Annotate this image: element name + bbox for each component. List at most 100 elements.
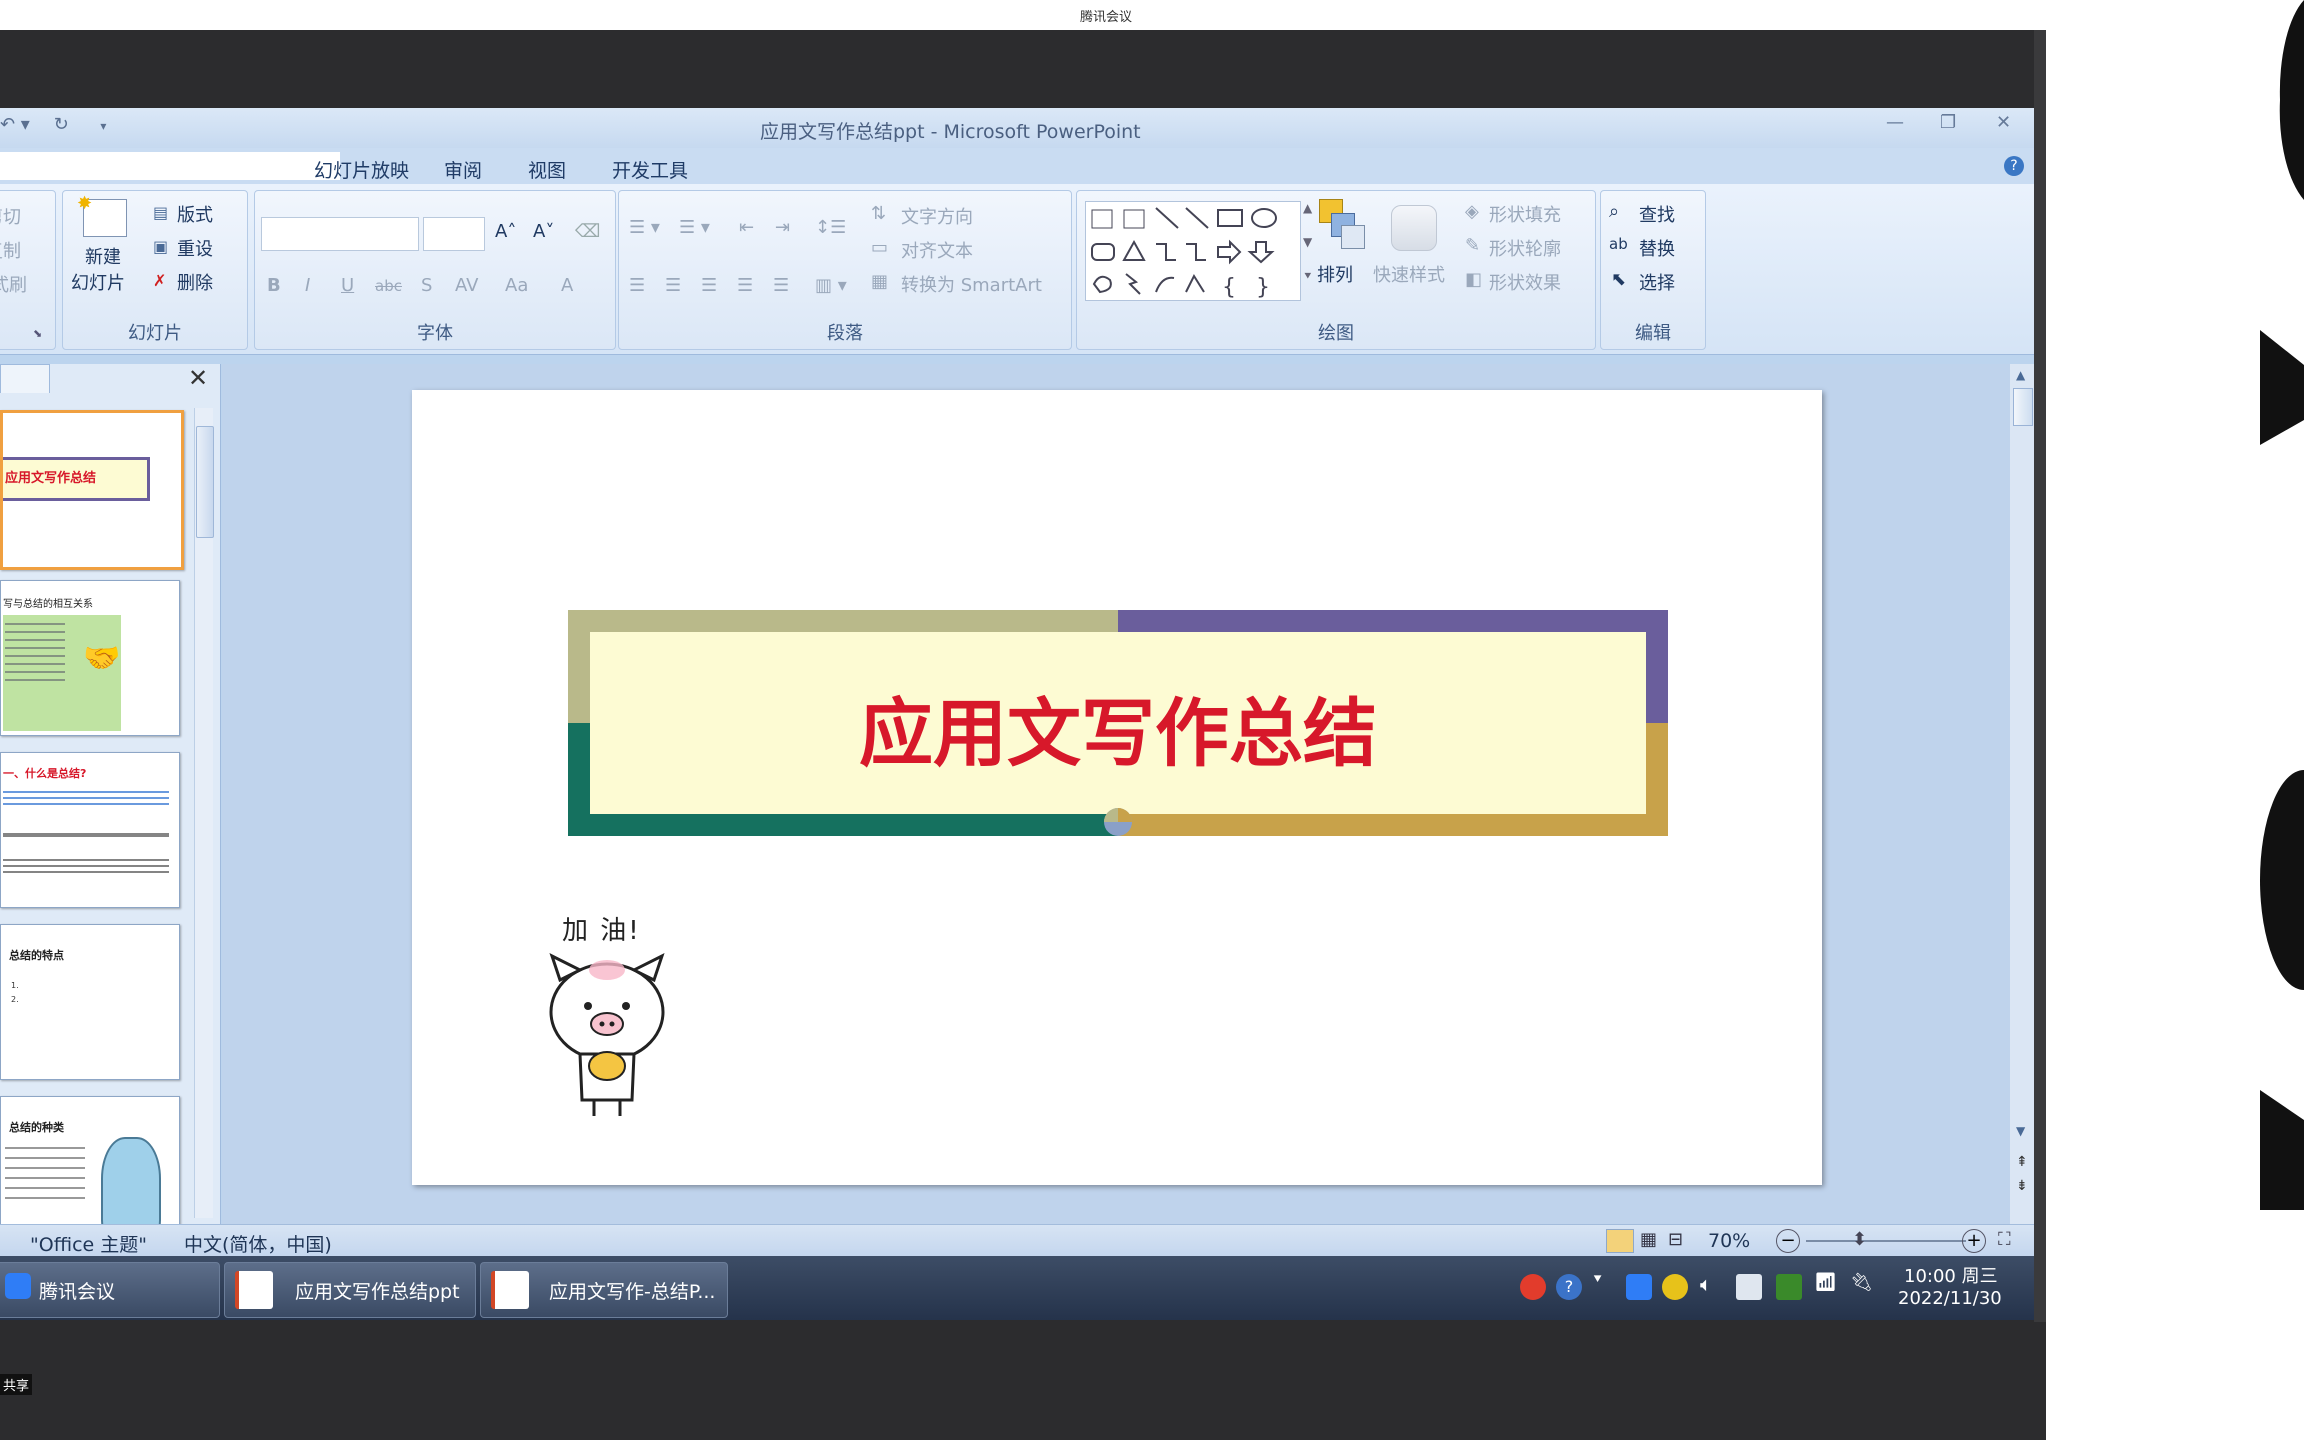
replace-button[interactable]: 替换: [1639, 235, 1675, 261]
font-size-select[interactable]: [423, 217, 485, 251]
scroll-up-icon[interactable]: ▲: [2016, 368, 2025, 382]
decrease-indent-icon[interactable]: ⇤: [739, 217, 754, 238]
fit-window-icon[interactable]: ⛶: [1998, 1229, 2011, 1250]
thumbnail-2[interactable]: 写与总结的相互关系 🤝: [0, 580, 180, 736]
grow-font-icon[interactable]: A˄: [495, 221, 516, 242]
clock-time[interactable]: 10:00 周三: [1904, 1262, 1998, 1288]
tab-view[interactable]: 视图: [528, 156, 566, 183]
tab-developer[interactable]: 开发工具: [612, 156, 688, 183]
nvidia-tray-icon[interactable]: [1776, 1274, 1802, 1300]
shared-screen-scrollbar[interactable]: [2034, 30, 2046, 1410]
slideshow-view-icon[interactable]: ⊟: [1668, 1229, 1683, 1250]
customize-icon[interactable]: ▾: [100, 119, 106, 133]
underline-button[interactable]: U: [341, 275, 354, 296]
gallery-scroll-up-icon[interactable]: ▲: [1303, 201, 1312, 215]
arrange-button[interactable]: 排列: [1317, 261, 1353, 287]
display-tray-icon[interactable]: [1736, 1274, 1762, 1300]
increase-indent-icon[interactable]: ⇥: [775, 217, 790, 238]
clock-date[interactable]: 2022/11/30: [1898, 1288, 2002, 1309]
gallery-more-icon[interactable]: ⯆: [1303, 269, 1313, 284]
current-slide[interactable]: 应用文写作总结 加 油!: [412, 390, 1822, 1185]
quick-styles-button[interactable]: 快速样式: [1373, 261, 1445, 287]
italic-button[interactable]: I: [305, 275, 310, 296]
scroll-thumb[interactable]: [196, 426, 214, 538]
thumbnails-scrollbar[interactable]: [194, 408, 214, 1218]
thumbnail-3[interactable]: 一、什么是总结?: [0, 752, 180, 908]
tray-expand-icon[interactable]: ⯆: [1592, 1272, 1603, 1288]
gallery-scroll-down-icon[interactable]: ▼: [1303, 235, 1312, 249]
char-spacing-button[interactable]: AV: [455, 275, 478, 296]
font-color-button[interactable]: A: [561, 275, 573, 296]
find-button[interactable]: 查找: [1639, 201, 1675, 227]
meeting-tray-icon[interactable]: [1626, 1274, 1652, 1300]
shadow-button[interactable]: S: [421, 275, 432, 296]
scroll-down-icon[interactable]: ▼: [2016, 1124, 2025, 1138]
restore-icon[interactable]: ❐: [1940, 112, 1956, 133]
share-label[interactable]: 共享: [0, 1374, 33, 1395]
shrink-font-icon[interactable]: A˅: [533, 221, 554, 242]
smartart-button[interactable]: 转换为 SmartArt: [901, 271, 1042, 297]
copy-button[interactable]: 复制: [0, 237, 21, 263]
thumbnail-5[interactable]: 总结的种类: [0, 1096, 180, 1238]
slide-sorter-icon[interactable]: ▦: [1640, 1229, 1657, 1250]
zoom-level[interactable]: 70%: [1708, 1230, 1750, 1252]
scroll-thumb[interactable]: [2013, 388, 2033, 426]
justify-icon[interactable]: ☰: [737, 275, 753, 296]
undo-icon[interactable]: ↶ ▾: [0, 114, 30, 135]
taskbar-item-ppt[interactable]: 应用文写作总结ppt: [224, 1262, 476, 1318]
zoom-slider-thumb[interactable]: ⬍: [1852, 1229, 1867, 1250]
align-text-button[interactable]: 对齐文本: [901, 237, 973, 263]
format-painter-button[interactable]: 格式刷: [0, 271, 27, 297]
zoom-in-icon[interactable]: +: [1962, 1229, 1986, 1253]
pane-tab-slides[interactable]: [0, 364, 50, 393]
taskbar-item-ppt2[interactable]: 应用文写作-总结P...: [480, 1262, 728, 1318]
align-left-icon[interactable]: ☰: [629, 275, 645, 296]
help-tray-icon[interactable]: ?: [1556, 1274, 1582, 1300]
columns-icon[interactable]: ▥ ▾: [815, 275, 847, 296]
theme-name[interactable]: "Office 主题": [30, 1230, 147, 1257]
thumbnail-4[interactable]: 总结的特点 1. 2.: [0, 924, 180, 1080]
shape-gallery[interactable]: { }: [1085, 201, 1301, 301]
redo-icon[interactable]: ↻: [54, 114, 69, 135]
power-icon[interactable]: 🔌︎: [1850, 1272, 1873, 1293]
line-spacing-icon[interactable]: ↕☰: [815, 217, 846, 238]
shape-fill-button[interactable]: 形状填充: [1489, 201, 1561, 227]
font-name-select[interactable]: [261, 217, 419, 251]
canvas-scrollbar[interactable]: ▲ ▼ ⇞ ⇟: [2010, 364, 2034, 1320]
slide-title[interactable]: 应用文写作总结: [568, 674, 1668, 781]
layout-button[interactable]: 版式: [177, 201, 213, 227]
text-direction-button[interactable]: 文字方向: [901, 203, 973, 229]
clear-format-icon[interactable]: ⌫: [575, 221, 600, 242]
shape-effects-button[interactable]: 形状效果: [1489, 269, 1561, 295]
next-slide-icon[interactable]: ⇟: [2016, 1178, 2028, 1194]
shape-outline-button[interactable]: 形状轮廓: [1489, 235, 1561, 261]
help-icon[interactable]: ?: [2004, 156, 2024, 176]
previous-slide-icon[interactable]: ⇞: [2016, 1154, 2028, 1170]
pane-close-icon[interactable]: ✕: [188, 364, 208, 392]
dialog-launcher-icon[interactable]: ⬊: [33, 327, 42, 340]
thumbnail-1[interactable]: 应用文写作总结: [0, 410, 184, 570]
select-button[interactable]: 选择: [1639, 269, 1675, 295]
tab-slideshow[interactable]: 幻灯片放映: [314, 156, 409, 183]
network-icon[interactable]: 📶︎: [1814, 1272, 1837, 1293]
strikethrough-button[interactable]: abc: [375, 277, 402, 295]
bold-button[interactable]: B: [267, 275, 281, 296]
volume-icon[interactable]: 🔈︎: [1700, 1272, 1712, 1296]
close-icon[interactable]: ✕: [1996, 112, 2011, 133]
align-right-icon[interactable]: ☰: [701, 275, 717, 296]
zoom-slider[interactable]: [1806, 1240, 1966, 1242]
bullets-icon[interactable]: ☰ ▾: [629, 217, 660, 238]
reset-button[interactable]: 重设: [177, 235, 213, 261]
normal-view-icon[interactable]: [1606, 1229, 1634, 1253]
cut-button[interactable]: 剪切: [0, 203, 21, 229]
sogou-icon[interactable]: [1520, 1274, 1546, 1300]
tab-review[interactable]: 审阅: [444, 156, 482, 183]
align-center-icon[interactable]: ☰: [665, 275, 681, 296]
minimize-icon[interactable]: —: [1886, 112, 1904, 133]
security-tray-icon[interactable]: [1662, 1274, 1688, 1300]
new-slide-label-2[interactable]: 幻灯片: [71, 269, 125, 295]
delete-button[interactable]: 删除: [177, 269, 213, 295]
distribute-icon[interactable]: ☰: [773, 275, 789, 296]
numbering-icon[interactable]: ☰ ▾: [679, 217, 710, 238]
taskbar-item-meeting[interactable]: 腾讯会议: [0, 1262, 220, 1318]
